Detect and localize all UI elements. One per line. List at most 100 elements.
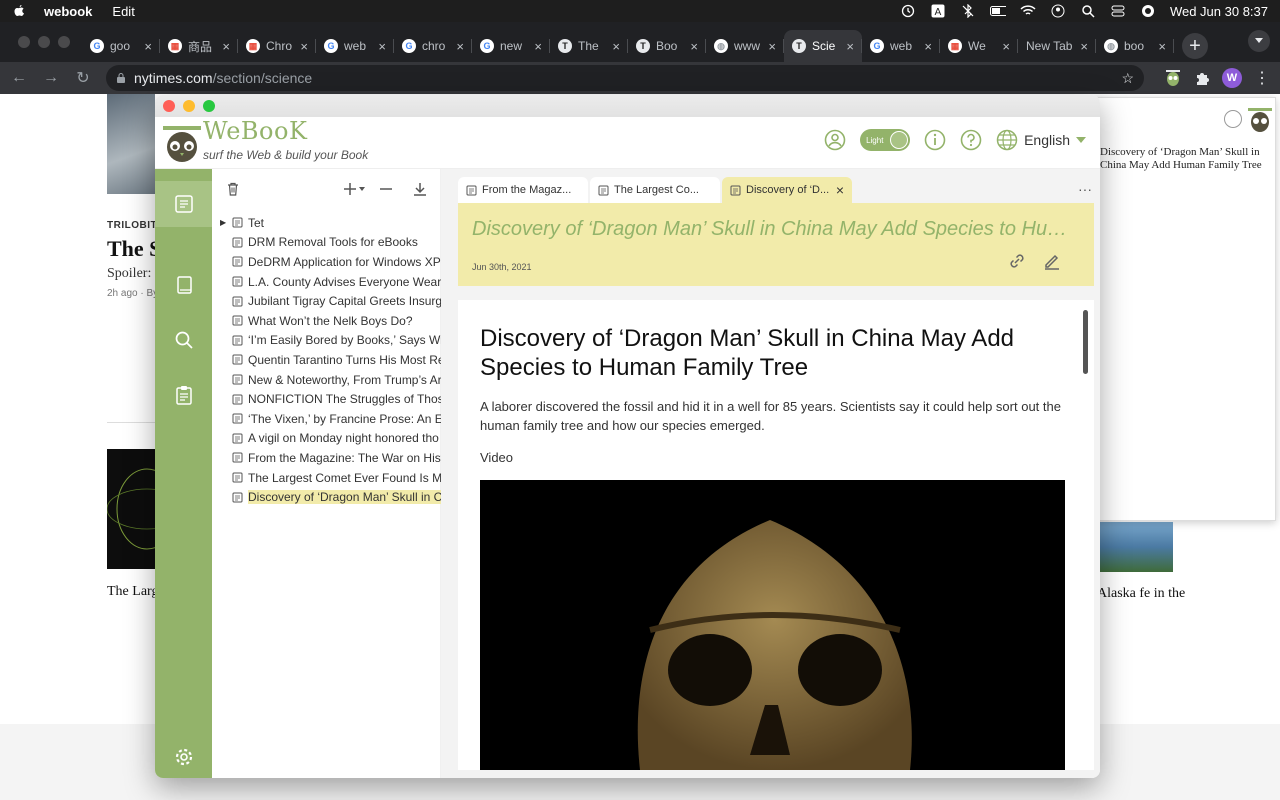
browser-tab[interactable]: T Boo × [628, 30, 706, 62]
bluetooth-icon[interactable] [960, 4, 976, 18]
close-tab-icon[interactable]: × [846, 39, 854, 54]
browser-tab[interactable]: ▦ We × [940, 30, 1018, 62]
window-titlebar[interactable] [155, 95, 1100, 117]
browser-tab[interactable]: ◍ www × [706, 30, 784, 62]
address-bar[interactable]: nytimes.com/section/science ☆ [106, 65, 1144, 91]
help-icon[interactable] [960, 129, 982, 151]
close-tab-icon[interactable]: × [836, 182, 844, 198]
reload-button[interactable]: ↻ [74, 68, 92, 88]
close-tab-icon[interactable]: × [924, 39, 932, 54]
trash-icon[interactable] [226, 182, 240, 196]
close-window-button[interactable] [163, 100, 175, 112]
tree-item[interactable]: A vigil on Monday night honored tho [212, 429, 441, 449]
close-tab-icon[interactable]: × [144, 39, 152, 54]
browser-tab[interactable]: New Tab × [1018, 30, 1096, 62]
time-machine-icon[interactable] [900, 4, 916, 18]
tree-item[interactable]: New & Noteworthy, From Trump’s Ar [212, 370, 441, 390]
scrollbar-thumb[interactable] [1083, 310, 1088, 374]
browser-tab[interactable]: Gnew × [472, 30, 550, 62]
spotlight-icon[interactable] [1080, 4, 1096, 18]
wifi-icon[interactable] [1020, 4, 1036, 18]
tree-item[interactable]: ‘The Vixen,’ by Francine Prose: An Ex [212, 409, 441, 429]
popup-article-title[interactable]: Discovery of ‘Dragon Man’ Skull in China… [1100, 146, 1270, 172]
add-button[interactable] [343, 182, 365, 196]
browser-tab[interactable]: T Scie × [784, 30, 862, 62]
close-tab-icon[interactable]: × [534, 39, 542, 54]
tree-item[interactable]: The Largest Comet Ever Found Is Ma [212, 468, 441, 488]
back-button[interactable]: ← [10, 69, 28, 87]
tab-search-button[interactable] [1248, 30, 1270, 52]
browser-tab[interactable]: Gweb × [316, 30, 394, 62]
article-headline[interactable]: The Larg Is Makin Near You [107, 584, 157, 600]
more-options-icon[interactable]: ··· [1078, 181, 1092, 197]
new-tab-button[interactable]: + [1182, 33, 1208, 59]
tree-item[interactable]: ‘I’m Easily Bored by Books,’ Says Wr [212, 331, 441, 351]
browser-tab[interactable]: Gweb × [862, 30, 940, 62]
account-icon[interactable] [824, 129, 846, 151]
kebab-menu-icon[interactable]: ⋮ [1254, 68, 1270, 88]
extensions-puzzle-icon[interactable] [1194, 70, 1210, 86]
article-headline[interactable]: Alaska fe in the [1097, 586, 1185, 602]
minimize-window-button[interactable] [38, 36, 50, 48]
theme-toggle[interactable]: Light [860, 129, 911, 151]
control-center-icon[interactable] [1110, 4, 1126, 18]
minimize-window-button[interactable] [183, 100, 195, 112]
article-photo[interactable] [107, 94, 155, 194]
close-tab-icon[interactable]: × [690, 39, 698, 54]
close-window-button[interactable] [18, 36, 30, 48]
tree-item[interactable]: NONFICTION The Struggles of Thos [212, 389, 441, 409]
bookmark-star-icon[interactable]: ☆ [1121, 70, 1134, 87]
browser-tab[interactable]: Ggoo × [82, 30, 160, 62]
edit-menu[interactable]: Edit [112, 4, 134, 19]
skull-video[interactable] [480, 480, 1065, 770]
edit-icon[interactable] [1042, 251, 1062, 271]
close-tab-icon[interactable]: × [300, 39, 308, 54]
sidebar-item-search[interactable] [155, 317, 212, 363]
siri-icon[interactable] [1140, 4, 1156, 18]
reader-tab[interactable]: Discovery of ‘D... × [722, 177, 852, 203]
zoom-window-button[interactable] [58, 36, 70, 48]
expand-arrow-icon[interactable]: ▶ [220, 218, 226, 227]
info-icon[interactable] [924, 129, 946, 151]
sidebar-item-settings[interactable] [155, 734, 212, 778]
minus-icon[interactable] [379, 182, 393, 196]
tree-item[interactable]: Discovery of ‘Dragon Man’ Skull in C [212, 487, 441, 507]
battery-icon[interactable] [989, 4, 1006, 18]
profile-avatar[interactable]: W [1222, 68, 1242, 88]
language-selector[interactable]: English [996, 129, 1086, 151]
close-tab-icon[interactable]: × [768, 39, 776, 54]
comet-photo[interactable] [107, 449, 155, 569]
browser-tab[interactable]: Gchro × [394, 30, 472, 62]
close-tab-icon[interactable]: × [378, 39, 386, 54]
tree-item[interactable]: L.A. County Advises Everyone Wear [212, 272, 441, 292]
tree-item[interactable]: What Won’t the Nelk Boys Do? [212, 311, 441, 331]
forward-button[interactable]: → [42, 69, 60, 87]
close-tab-icon[interactable]: × [1158, 39, 1166, 54]
user-switch-icon[interactable] [1050, 4, 1066, 18]
tree-item[interactable]: Quentin Tarantino Turns His Most Re [212, 350, 441, 370]
close-tab-icon[interactable]: × [612, 39, 620, 54]
sidebar-item-book[interactable] [155, 262, 212, 308]
tree-item[interactable]: Jubilant Tigray Capital Greets Insurg [212, 291, 441, 311]
webook-extension-icon[interactable] [1164, 69, 1182, 87]
sidebar-item-clipboard[interactable] [155, 372, 212, 418]
tree-item[interactable]: ▶ Tet [212, 213, 441, 233]
tree-item[interactable]: DeDRM Application for Windows XP [212, 252, 441, 272]
tree-item[interactable]: From the Magazine: The War on Hist [212, 448, 441, 468]
close-tab-icon[interactable]: × [222, 39, 230, 54]
input-source-icon[interactable]: A [930, 4, 946, 18]
sidebar-item-pages[interactable] [155, 181, 212, 227]
browser-tab[interactable]: ◍ boo × [1096, 30, 1174, 62]
reader-tab[interactable]: The Largest Co... [590, 177, 720, 203]
download-icon[interactable] [413, 182, 427, 196]
tree-item[interactable]: DRM Removal Tools for eBooks [212, 233, 441, 253]
article-photo[interactable] [1100, 522, 1173, 572]
browser-tab[interactable]: T The × [550, 30, 628, 62]
browser-tab[interactable]: ▦ Chro × [238, 30, 316, 62]
close-tab-icon[interactable]: × [456, 39, 464, 54]
banner-title[interactable]: Discovery of ‘Dragon Man’ Skull in China… [472, 218, 1072, 241]
apple-icon[interactable] [12, 4, 26, 18]
reader-tab[interactable]: From the Magaz... [458, 177, 588, 203]
app-menu[interactable]: webook [44, 4, 92, 19]
menubar-clock[interactable]: Wed Jun 30 8:37 [1170, 4, 1268, 19]
